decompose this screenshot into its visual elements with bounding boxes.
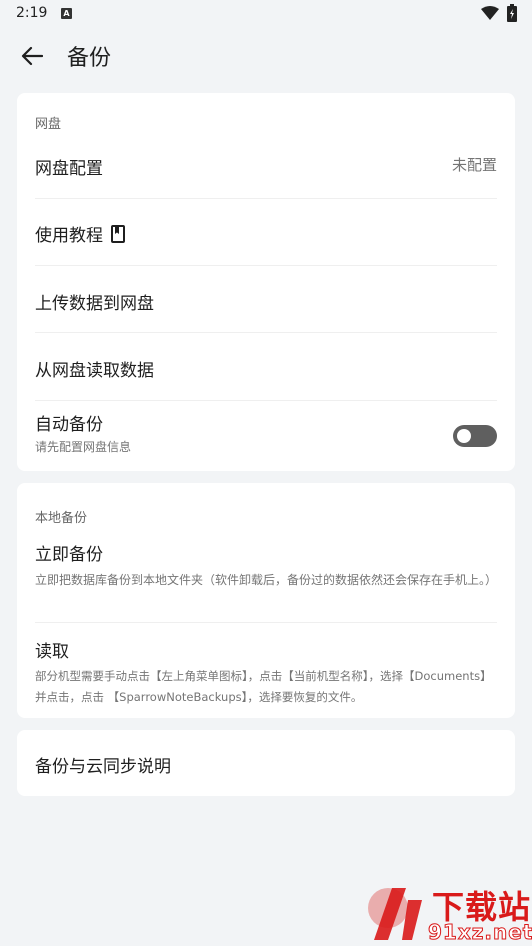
divider: [35, 622, 497, 623]
upload-data-item[interactable]: 上传数据到网盘: [35, 289, 497, 314]
auto-backup-toggle[interactable]: [453, 425, 497, 447]
site-watermark-logo: 下载站 91xz.net: [362, 880, 532, 946]
tutorial-label: 使用教程: [35, 226, 103, 246]
watermark-text-bottom: 91xz.net: [427, 920, 532, 945]
divider: [35, 198, 497, 199]
cloud-config-status: 未配置: [451, 156, 497, 174]
battery-charging-icon: [507, 4, 517, 22]
backup-now-label: 立即备份: [35, 545, 103, 565]
app-bar: 备份: [0, 28, 532, 84]
back-button[interactable]: [14, 38, 50, 74]
backup-now-description: 立即把数据库备份到本地文件夹（软件卸载后，备份过的数据依然还会保存在手机上。）: [35, 573, 498, 587]
divider: [35, 265, 497, 266]
divider: [35, 400, 497, 401]
backup-now-item[interactable]: 立即备份 立即把数据库备份到本地文件夹（软件卸载后，备份过的数据依然还会保存在手…: [35, 540, 497, 591]
backup-sync-help-label: 备份与云同步说明: [35, 757, 171, 777]
notification-a-icon: [61, 8, 72, 19]
auto-backup-label: 自动备份: [35, 415, 103, 435]
read-backup-label: 读取: [35, 642, 69, 662]
status-bar: 2:19: [0, 0, 532, 28]
section-header-local: 本地备份: [35, 511, 88, 526]
section-header-cloud: 网盘: [35, 117, 62, 132]
status-time: 2:19: [16, 5, 48, 21]
auto-backup-hint: 请先配置网盘信息: [35, 440, 132, 454]
auto-backup-item[interactable]: 自动备份 请先配置网盘信息: [35, 410, 497, 458]
read-backup-description: 部分机型需要手动点击【左上角菜单图标】，点击【当前机型名称】，选择【Docume…: [35, 669, 492, 704]
arrow-left-icon: [21, 46, 43, 66]
local-backup-card: 本地备份 立即备份 立即把数据库备份到本地文件夹（软件卸载后，备份过的数据依然还…: [17, 483, 515, 718]
page-title: 备份: [67, 46, 112, 71]
read-backup-item[interactable]: 读取 部分机型需要手动点击【左上角菜单图标】，点击【当前机型名称】，选择【Doc…: [35, 637, 497, 708]
cloud-backup-card: 网盘 网盘配置 未配置 使用教程 上传数据到网盘 从网盘读取数据 自动备份 请先…: [17, 93, 515, 471]
upload-data-label: 上传数据到网盘: [35, 294, 154, 314]
watermark-logo-icon: [368, 888, 422, 940]
help-card[interactable]: 备份与云同步说明: [17, 730, 515, 796]
wifi-icon: [481, 6, 499, 20]
cloud-config-label: 网盘配置: [35, 159, 103, 179]
backup-sync-help-item[interactable]: 备份与云同步说明: [35, 752, 497, 777]
toggle-thumb: [457, 429, 471, 443]
tutorial-item[interactable]: 使用教程: [35, 221, 497, 246]
book-icon: [111, 224, 125, 243]
divider: [35, 332, 497, 333]
cloud-config-item[interactable]: 网盘配置 未配置: [35, 154, 497, 179]
read-cloud-data-label: 从网盘读取数据: [35, 361, 154, 381]
read-cloud-data-item[interactable]: 从网盘读取数据: [35, 356, 497, 381]
